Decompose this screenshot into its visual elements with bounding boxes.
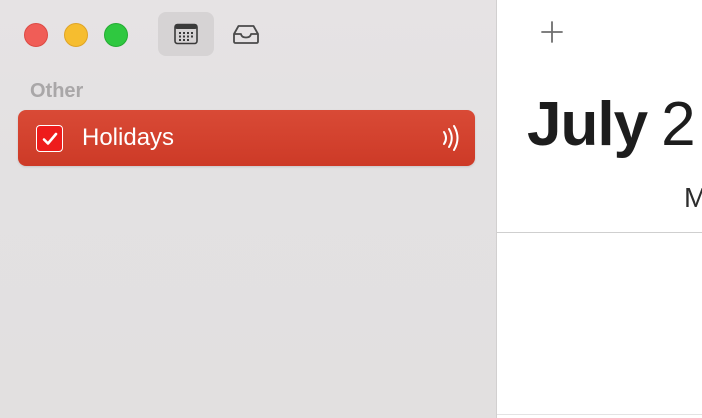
- close-window-button[interactable]: [24, 23, 48, 47]
- header-divider: [497, 232, 702, 233]
- inbox-tray-icon: [233, 25, 259, 44]
- plus-icon[interactable]: [540, 20, 564, 44]
- weekday-header: M: [684, 182, 702, 213]
- sidebar: Other Holidays: [0, 0, 497, 418]
- year-label: 2: [661, 90, 695, 159]
- calendar-visibility-checkbox[interactable]: [36, 125, 63, 152]
- broadcast-icon: [443, 125, 459, 151]
- month-title: July 2: [527, 88, 696, 162]
- calendar-window: Other Holidays July 2 M: [0, 0, 702, 418]
- calendar-grid-icon: [174, 23, 198, 45]
- calendar-row-holidays[interactable]: Holidays: [18, 110, 475, 166]
- minimize-window-button[interactable]: [64, 23, 88, 47]
- section-header-other: Other: [30, 80, 84, 102]
- calendar-name: Holidays: [82, 124, 175, 151]
- row-divider: [497, 414, 702, 415]
- maximize-window-button[interactable]: [104, 23, 128, 47]
- month-name: July: [527, 90, 648, 159]
- inbox-button[interactable]: [218, 12, 274, 56]
- calendar-list-toggle-button[interactable]: [158, 12, 214, 56]
- checkmark-icon: [42, 132, 57, 145]
- calendar-main-view: July 2 M: [497, 0, 702, 418]
